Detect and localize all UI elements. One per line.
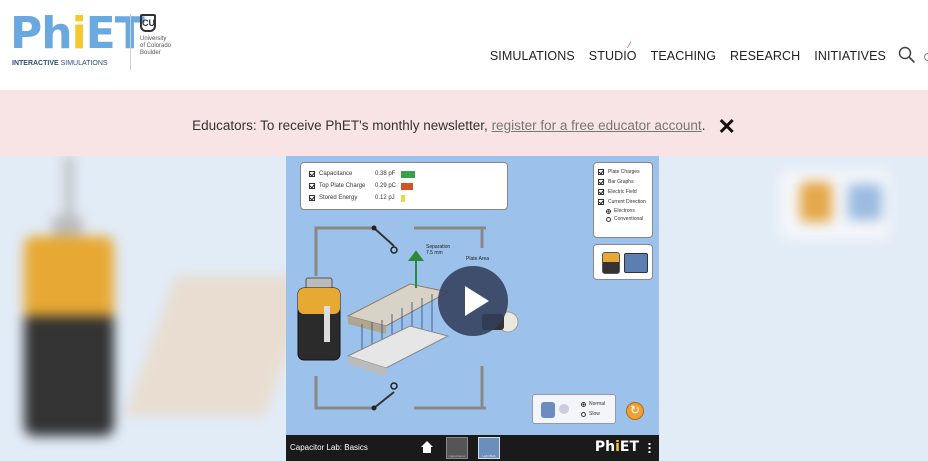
- phet-logo-subtitle: INTERACTIVE SIMULATIONS: [12, 60, 108, 67]
- banner-tail: .: [701, 118, 706, 133]
- bg-battery: [24, 236, 114, 436]
- play-video-button[interactable]: [438, 266, 508, 336]
- newsletter-banner: Educators: To receive PhET's monthly new…: [0, 90, 928, 156]
- sim-phet-logo[interactable]: PhiET: [595, 439, 639, 455]
- radio-slow[interactable]: Slow: [581, 411, 600, 417]
- option-electric-field[interactable]: Electric Field: [598, 187, 648, 197]
- nav-research[interactable]: RESEARCH: [730, 49, 800, 63]
- tab-capacitance[interactable]: Capacitance: [446, 437, 468, 459]
- battery-tool-icon[interactable]: [602, 252, 620, 274]
- checkbox[interactable]: [309, 183, 315, 189]
- close-icon[interactable]: ✕: [717, 114, 735, 140]
- meter-panel: Capacitance 0.38 pF Top Plate Charge 0.2…: [300, 162, 508, 210]
- option-plate-charges[interactable]: Plate Charges: [598, 167, 648, 177]
- plate-area-label: Plate Area: [466, 256, 490, 262]
- menu-icon[interactable]: [648, 442, 651, 454]
- account-icon[interactable]: [924, 53, 928, 61]
- reset-icon[interactable]: [626, 402, 644, 420]
- hero-section: Separation 7.5 mm Plate Area Capacitance…: [0, 156, 928, 461]
- bg-wire: [66, 156, 72, 216]
- sparkle-icon: ⁄: [628, 40, 631, 50]
- cu-boulder-logo[interactable]: CU University of Colorado Boulder: [140, 14, 200, 74]
- meter-stored-energy[interactable]: Stored Energy 0.12 pJ: [309, 192, 499, 204]
- sim-title: Capacitor Lab: Basics: [290, 443, 368, 452]
- option-bar-graphs[interactable]: Bar Graphs: [598, 177, 648, 187]
- option-current-direction[interactable]: Current Direction: [598, 197, 648, 207]
- logo-divider: [130, 14, 131, 70]
- checkbox[interactable]: [598, 169, 604, 175]
- energy-bar: [401, 194, 405, 202]
- step-icon[interactable]: [559, 404, 569, 414]
- voltmeter-tool-icon[interactable]: [624, 253, 648, 273]
- checkbox[interactable]: [309, 195, 315, 201]
- tools-panel: [593, 244, 653, 280]
- view-options-panel: Plate Charges Bar Graphs Electric Field …: [593, 162, 653, 238]
- sim-navbar: Capacitor Lab: Basics Capacitance Light …: [286, 435, 659, 461]
- radio-electrons[interactable]: Electrons: [598, 207, 648, 215]
- meter-plate-charge[interactable]: Top Plate Charge 0.29 pC: [309, 180, 499, 192]
- checkbox[interactable]: [598, 179, 604, 185]
- bg-meter-icon: [848, 184, 882, 220]
- nav-teaching[interactable]: TEACHING: [651, 49, 716, 63]
- separation-label: Separation 7.5 mm: [426, 244, 451, 256]
- site-header: PhiET INTERACTIVE SIMULATIONS CU Univers…: [0, 0, 928, 90]
- cu-icon: CU: [140, 14, 156, 32]
- tab-light-bulb[interactable]: Light Bulb: [478, 437, 500, 459]
- simulation-preview[interactable]: Separation 7.5 mm Plate Area Capacitance…: [286, 156, 659, 461]
- play-pause-icon[interactable]: [541, 402, 555, 418]
- home-icon[interactable]: [420, 440, 434, 454]
- radio-conventional[interactable]: Conventional: [598, 215, 648, 223]
- search-icon[interactable]: [898, 46, 916, 64]
- charge-bar: [401, 182, 413, 190]
- meter-capacitance[interactable]: Capacitance 0.38 pF: [309, 168, 499, 180]
- checkbox[interactable]: [598, 199, 604, 205]
- main-nav: SIMULATIONS STUDIO ⁄ TEACHING RESEARCH IN…: [476, 40, 886, 63]
- bg-battery-terminal: [52, 216, 82, 236]
- cu-text: University of Colorado Boulder: [140, 36, 172, 56]
- phet-logo-wordmark: PhiET: [10, 8, 145, 59]
- radio-normal[interactable]: Normal: [581, 401, 605, 407]
- nav-studio[interactable]: STUDIO ⁄: [589, 40, 637, 63]
- checkbox[interactable]: [598, 189, 604, 195]
- nav-initiatives[interactable]: INITIATIVES: [814, 49, 886, 63]
- play-icon: [465, 286, 489, 316]
- register-link[interactable]: register for a free educator account: [492, 118, 702, 133]
- banner-lead: Educators: To receive PhET's monthly new…: [192, 118, 492, 133]
- checkbox[interactable]: [309, 171, 315, 177]
- phet-logo[interactable]: PhiET INTERACTIVE SIMULATIONS: [10, 10, 145, 72]
- speed-panel: Normal Slow: [532, 394, 616, 424]
- nav-simulations[interactable]: SIMULATIONS: [490, 49, 575, 63]
- banner-text: Educators: To receive PhET's monthly new…: [0, 114, 928, 140]
- capacitance-bar: [401, 170, 415, 178]
- bg-battery-icon: [800, 182, 832, 222]
